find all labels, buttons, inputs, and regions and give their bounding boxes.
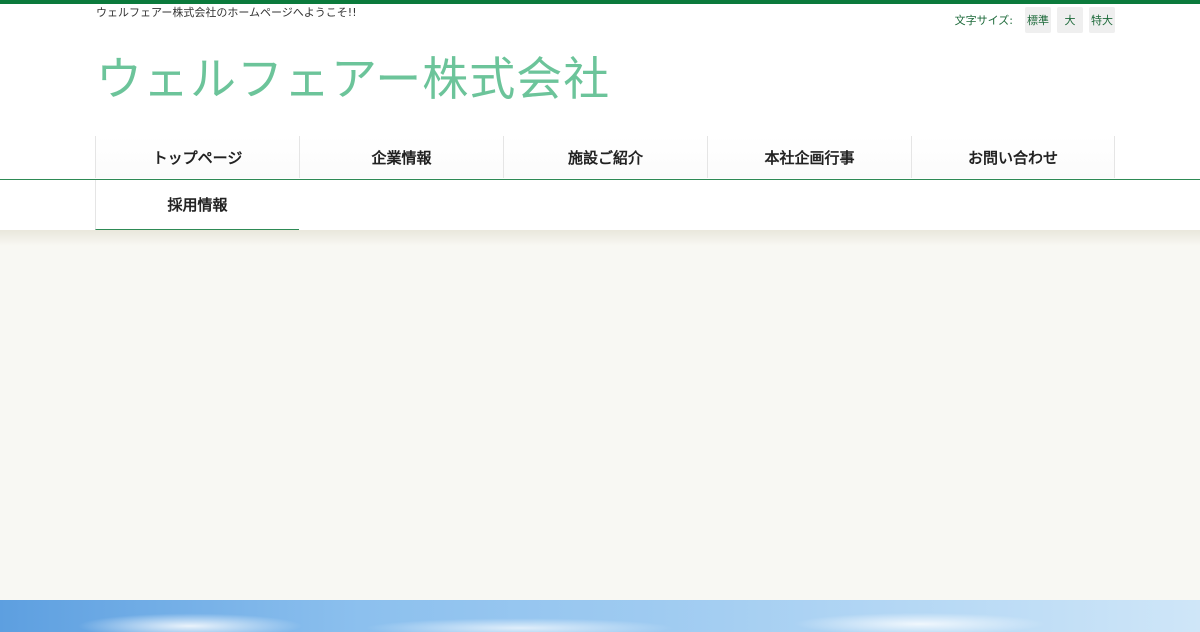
top-accent-bar [0, 0, 1200, 4]
nav-item-facilities[interactable]: 施設ご紹介 [503, 136, 707, 178]
font-size-extra-large-button[interactable]: 特大 [1089, 7, 1115, 33]
sky-hero-image [0, 600, 1200, 632]
global-navigation: トップページ 企業情報 施設ご紹介 本社企画行事 お問い合わせ 採用情報 [0, 130, 1200, 230]
font-size-standard-button[interactable]: 標準 [1025, 7, 1051, 33]
main-content-area [0, 230, 1200, 600]
content-top-shadow [0, 230, 1200, 246]
font-size-large-button[interactable]: 大 [1057, 7, 1083, 33]
site-title-logo[interactable]: ウェルフェアー株式会社 [96, 52, 610, 106]
font-size-label: 文字サイズ: [954, 14, 1013, 27]
nav-item-company-info[interactable]: 企業情報 [299, 136, 503, 178]
nav-item-events[interactable]: 本社企画行事 [707, 136, 911, 178]
welcome-tagline: ウェルフェアー株式会社のホームページへようこそ!! [96, 6, 357, 19]
font-size-control: 文字サイズ: 標準 大 特大 [955, 7, 1115, 33]
nav-item-contact[interactable]: お問い合わせ [911, 136, 1115, 178]
nav-item-top-page[interactable]: トップページ [95, 136, 299, 178]
nav-item-recruitment[interactable]: 採用情報 [95, 180, 299, 230]
nav-row-primary: トップページ 企業情報 施設ご紹介 本社企画行事 お問い合わせ [95, 136, 1115, 178]
